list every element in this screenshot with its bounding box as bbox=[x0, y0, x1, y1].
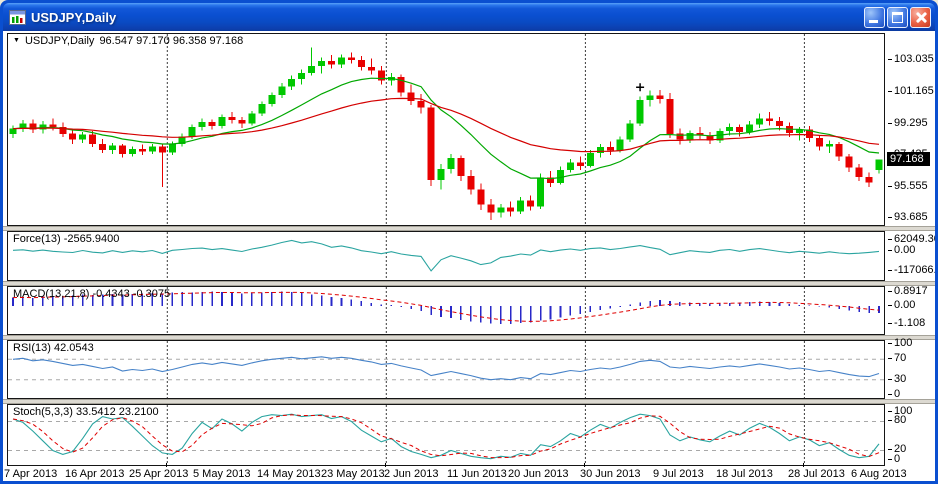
dropdown-arrow-icon[interactable]: ▼ bbox=[13, 36, 20, 46]
y-axis-tick-label: 93.685 bbox=[894, 211, 928, 223]
rsi-chart[interactable] bbox=[8, 341, 884, 398]
y-axis-tick-label: 95.555 bbox=[894, 180, 928, 192]
time-axis-label: 23 May 2013 bbox=[321, 468, 385, 480]
y-axis-tick-label: 80 bbox=[894, 414, 906, 426]
chart-icon bbox=[9, 10, 26, 25]
time-axis-label: 9 Jul 2013 bbox=[653, 468, 704, 480]
last-price-tag: 97.168 bbox=[887, 152, 930, 166]
macd-indicator-panel[interactable]: MACD(13,21,8) -0.4343 -0.3075 bbox=[7, 286, 885, 335]
main-price-panel[interactable]: ▼ USDJPY,Daily 96.547 97.170 96.358 97.1… bbox=[7, 33, 885, 226]
y-axis-tick-label: 0.8917 bbox=[894, 285, 928, 297]
force-chart[interactable] bbox=[8, 232, 884, 280]
time-axis-label: 5 May 2013 bbox=[193, 468, 250, 480]
time-axis-label: 30 Jun 2013 bbox=[580, 468, 641, 480]
stochastic-label: Stoch(5,3,3) 33.5412 23.2100 bbox=[13, 406, 159, 418]
time-axis-label: 25 Apr 2013 bbox=[129, 468, 188, 480]
maximize-icon bbox=[892, 12, 903, 23]
time-axis[interactable]: 7 Apr 2013 16 Apr 2013 25 Apr 2013 5 May 20… bbox=[3, 467, 935, 481]
time-axis-label: 20 Jun 2013 bbox=[508, 468, 569, 480]
time-axis-tick bbox=[803, 463, 804, 467]
y-axis-tick-label: 0.00 bbox=[894, 244, 915, 256]
rsi-y-axis[interactable]: 10070300 bbox=[887, 340, 933, 399]
time-axis-label: 2 Jun 2013 bbox=[384, 468, 438, 480]
force-indicator-panel[interactable]: Force(13) -2565.9400 bbox=[7, 231, 885, 281]
time-axis-tick bbox=[166, 463, 167, 467]
plus-marker bbox=[636, 83, 644, 91]
y-axis-tick-label: -1.108 bbox=[894, 317, 925, 329]
y-axis-tick-label: 0 bbox=[894, 453, 900, 465]
time-axis-tick bbox=[584, 463, 585, 467]
close-button[interactable] bbox=[910, 7, 931, 28]
maximize-button[interactable] bbox=[887, 7, 908, 28]
y-axis-tick-label: 0.00 bbox=[894, 299, 915, 311]
stochastic-indicator-panel[interactable]: Stoch(5,3,3) 33.5412 23.2100 bbox=[7, 404, 885, 466]
macd-label: MACD(13,21,8) -0.4343 -0.3075 bbox=[13, 288, 170, 300]
y-axis-tick-label: 103.035 bbox=[894, 53, 934, 65]
rsi-label: RSI(13) 42.0543 bbox=[13, 342, 94, 354]
y-axis-tick-label: 30 bbox=[894, 373, 906, 385]
main-price-chart[interactable] bbox=[8, 34, 884, 225]
time-axis-label: 11 Jun 2013 bbox=[447, 468, 507, 480]
rsi-indicator-panel[interactable]: RSI(13) 42.0543 bbox=[7, 340, 885, 399]
chart-client-area: ▼ USDJPY,Daily 96.547 97.170 96.358 97.1… bbox=[3, 31, 935, 481]
time-axis-label: 28 Jul 2013 bbox=[788, 468, 845, 480]
force-y-axis[interactable]: 62049.300.00-117066.0 bbox=[887, 231, 933, 281]
main-y-axis[interactable]: 97.168 103.035101.16599.29597.42595.5559… bbox=[887, 33, 933, 226]
main-chart-label: ▼ USDJPY,Daily 96.547 97.170 96.358 97.1… bbox=[13, 35, 243, 47]
window-controls bbox=[864, 7, 931, 28]
window-title: USDJPY,Daily bbox=[31, 10, 864, 25]
title-bar[interactable]: USDJPY,Daily bbox=[3, 3, 935, 31]
ohlc-values: 96.547 97.170 96.358 97.168 bbox=[99, 35, 243, 47]
macd-y-axis[interactable]: 0.8917 0.00 -1.108 bbox=[887, 286, 933, 335]
stochastic-y-axis[interactable]: 10080200 bbox=[887, 404, 933, 466]
y-axis-tick-label: 101.165 bbox=[894, 85, 934, 97]
time-axis-label: 6 Aug 2013 bbox=[851, 468, 907, 480]
close-icon bbox=[911, 8, 930, 27]
y-axis-tick-label: 100 bbox=[894, 337, 912, 349]
force-label: Force(13) -2565.9400 bbox=[13, 233, 119, 245]
time-axis-label: 14 May 2013 bbox=[257, 468, 321, 480]
minimize-icon bbox=[869, 20, 878, 23]
minimize-button[interactable] bbox=[864, 7, 885, 28]
symbol-period-label: USDJPY,Daily bbox=[25, 35, 95, 47]
y-axis-tick-label: 70 bbox=[894, 352, 906, 364]
time-axis-label: 18 Jul 2013 bbox=[716, 468, 773, 480]
time-axis-tick bbox=[385, 463, 386, 467]
y-axis-tick-label: 99.295 bbox=[894, 117, 928, 129]
chart-window: USDJPY,Daily ▼ USDJPY,Daily 96.547 97.17… bbox=[0, 0, 938, 484]
time-axis-label: 16 Apr 2013 bbox=[65, 468, 124, 480]
time-axis-label: 7 Apr 2013 bbox=[4, 468, 57, 480]
y-axis-tick-label: -117066.0 bbox=[894, 264, 935, 276]
